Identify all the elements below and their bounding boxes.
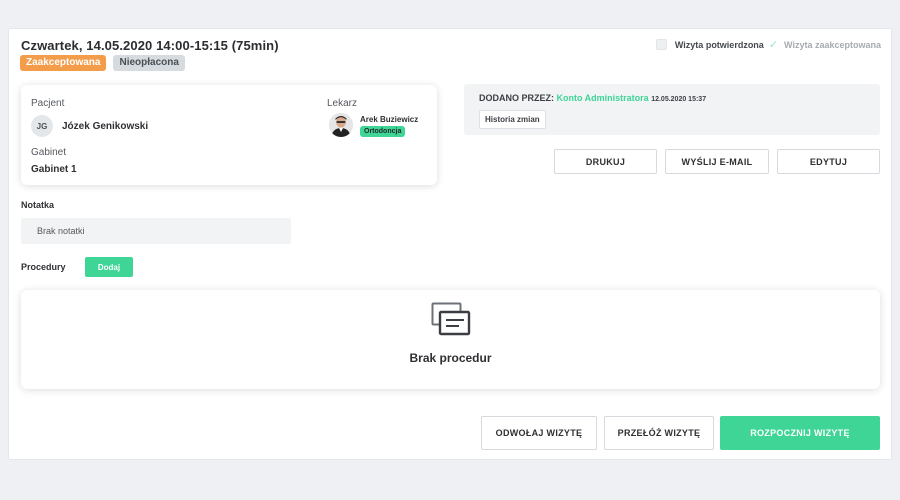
history-button[interactable]: Historia zmian xyxy=(479,110,546,129)
added-date: 12.05.2020 15:37 xyxy=(651,96,707,103)
doctor-avatar xyxy=(329,113,353,137)
doctor-label: Lekarz xyxy=(327,98,358,109)
empty-list-icon xyxy=(431,302,471,336)
visit-status-checks: Wizyta potwierdzona ✓ Wizyta zaakceptowa… xyxy=(655,38,881,51)
patient-label: Pacjent xyxy=(31,98,65,109)
accepted-checkbox-label[interactable]: Wizyta zaakceptowana xyxy=(784,40,881,50)
note-field[interactable]: Brak notatki xyxy=(21,218,291,244)
procedures-title: Procedury xyxy=(21,262,66,272)
confirmed-checkbox-label[interactable]: Wizyta potwierdzona xyxy=(675,40,764,50)
empty-procedures-text: Brak procedur xyxy=(409,351,492,365)
visit-details-panel: Czwartek, 14.05.2020 14:00-15:15 (75min)… xyxy=(8,28,892,460)
edit-button[interactable]: EDYTUJ xyxy=(777,149,880,174)
doctor-photo-icon xyxy=(329,113,353,137)
procedures-card: Brak procedur xyxy=(21,290,880,389)
added-by-line: DODANO PRZEZ: Konto Administratora 12.05… xyxy=(479,93,706,103)
start-visit-button[interactable]: ROZPOCZNIJ WIZYTĘ xyxy=(720,416,880,450)
room-label: Gabinet xyxy=(31,147,67,158)
visit-badges: Zaakceptowana Nieopłacona xyxy=(20,55,185,71)
doctor-name[interactable]: Arek Buziewicz xyxy=(360,115,418,124)
added-by-prefix: DODANO PRZEZ: xyxy=(479,93,554,103)
top-background-strip xyxy=(0,0,900,12)
cancel-visit-button[interactable]: ODWOŁAJ WIZYTĘ xyxy=(481,416,597,450)
print-button[interactable]: DRUKUJ xyxy=(554,149,657,174)
send-email-button[interactable]: WYŚLIJ E-MAIL xyxy=(665,149,769,174)
room-value: Gabinet 1 xyxy=(31,164,77,175)
added-by-box: DODANO PRZEZ: Konto Administratora 12.05… xyxy=(464,84,880,135)
patient-card: Pacjent JG Józek Genikowski Gabinet Gabi… xyxy=(21,85,437,185)
add-procedure-button[interactable]: Dodaj xyxy=(85,257,133,277)
status-badge-unpaid: Nieopłacona xyxy=(113,55,185,71)
visit-title: Czwartek, 14.05.2020 14:00-15:15 (75min) xyxy=(21,38,279,53)
patient-avatar: JG xyxy=(31,115,53,137)
added-by-account: Konto Administratora xyxy=(556,93,649,103)
check-icon[interactable]: ✓ xyxy=(769,38,778,51)
bottom-background-strip xyxy=(0,476,900,500)
reschedule-visit-button[interactable]: PRZEŁÓŻ WIZYTĘ xyxy=(604,416,714,450)
patient-name[interactable]: Józek Genikowski xyxy=(62,121,148,132)
note-title: Notatka xyxy=(21,200,55,210)
confirmed-checkbox[interactable] xyxy=(655,39,667,50)
doctor-specialty-badge: Ortodoncja xyxy=(360,126,406,137)
status-badge-accepted: Zaakceptowana xyxy=(20,55,107,71)
